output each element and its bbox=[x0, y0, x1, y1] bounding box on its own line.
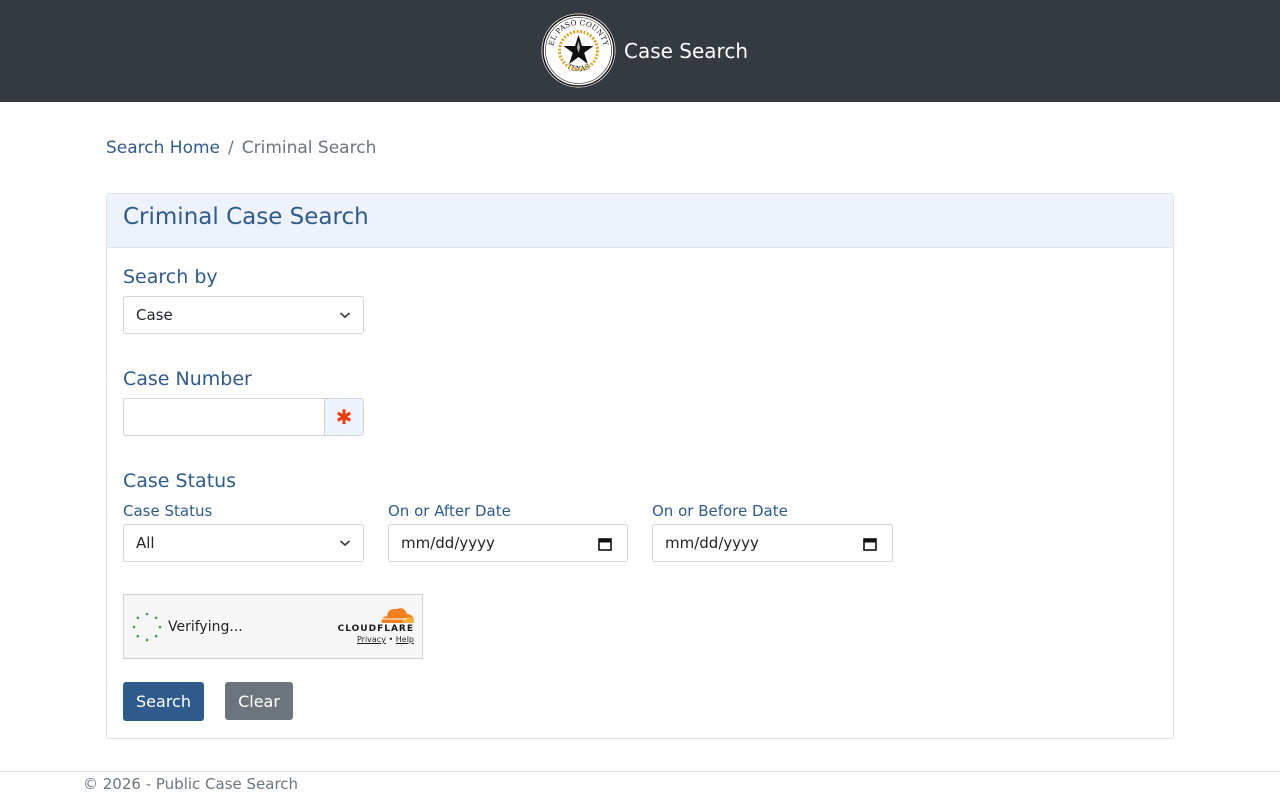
calendar-icon[interactable] bbox=[863, 537, 877, 551]
search-by-value: Case bbox=[136, 306, 173, 324]
spinner-icon bbox=[132, 612, 162, 642]
case-status-select[interactable]: All bbox=[123, 524, 364, 562]
cloudflare-wordmark: CLOUDFLARE bbox=[337, 624, 414, 634]
clear-button[interactable]: Clear bbox=[225, 682, 293, 720]
chevron-down-icon bbox=[339, 540, 351, 547]
before-date-input[interactable]: mm/dd/yyyy bbox=[652, 524, 893, 562]
breadcrumb-separator: / bbox=[228, 138, 234, 158]
search-by-select[interactable]: Case bbox=[123, 296, 364, 334]
search-by-label: Search by bbox=[123, 266, 218, 288]
footer-divider bbox=[0, 771, 1280, 772]
top-navbar: EL PASO COUNTY TEXAS Case Search bbox=[0, 0, 1280, 102]
case-status-heading: Case Status bbox=[123, 470, 237, 492]
app-title: Case Search bbox=[624, 38, 749, 63]
asterisk-icon: ✱ bbox=[324, 398, 364, 436]
page-title: Criminal Case Search bbox=[123, 204, 369, 230]
captcha-links: Privacy • Help bbox=[357, 635, 414, 645]
after-date-placeholder: mm/dd/yyyy bbox=[401, 534, 495, 552]
breadcrumb: Search Home / Criminal Search bbox=[106, 136, 376, 160]
case-status-value: All bbox=[136, 534, 155, 552]
case-number-label: Case Number bbox=[123, 368, 252, 390]
captcha-privacy-link[interactable]: Privacy bbox=[357, 635, 386, 644]
captcha-link-separator: • bbox=[388, 635, 394, 644]
cloudflare-cloud-icon bbox=[380, 608, 414, 623]
after-date-input[interactable]: mm/dd/yyyy bbox=[388, 524, 628, 562]
criminal-search-card: Criminal Case Search Search by Case Case… bbox=[106, 193, 1174, 739]
card-header: Criminal Case Search bbox=[107, 194, 1173, 248]
case-number-group: ✱ bbox=[123, 398, 364, 436]
captcha-status: Verifying... bbox=[168, 619, 243, 635]
calendar-icon[interactable] bbox=[598, 537, 612, 551]
breadcrumb-current: Criminal Search bbox=[241, 138, 377, 158]
search-button[interactable]: Search bbox=[123, 682, 204, 721]
before-date-label: On or Before Date bbox=[652, 502, 788, 520]
before-date-placeholder: mm/dd/yyyy bbox=[665, 534, 759, 552]
breadcrumb-search-home-link[interactable]: Search Home bbox=[106, 136, 220, 160]
footer-copyright: © 2026 - Public Case Search bbox=[83, 775, 299, 793]
county-seal-icon: EL PASO COUNTY TEXAS bbox=[541, 13, 616, 88]
brand[interactable]: EL PASO COUNTY TEXAS Case Search bbox=[541, 13, 748, 88]
case-status-label: Case Status bbox=[123, 502, 213, 520]
after-date-label: On or After Date bbox=[388, 502, 511, 520]
captcha-widget[interactable]: Verifying... CLOUDFLARE Privacy • Help bbox=[123, 594, 423, 659]
captcha-help-link[interactable]: Help bbox=[396, 635, 414, 644]
case-number-input[interactable] bbox=[123, 398, 324, 436]
chevron-down-icon bbox=[339, 312, 351, 319]
